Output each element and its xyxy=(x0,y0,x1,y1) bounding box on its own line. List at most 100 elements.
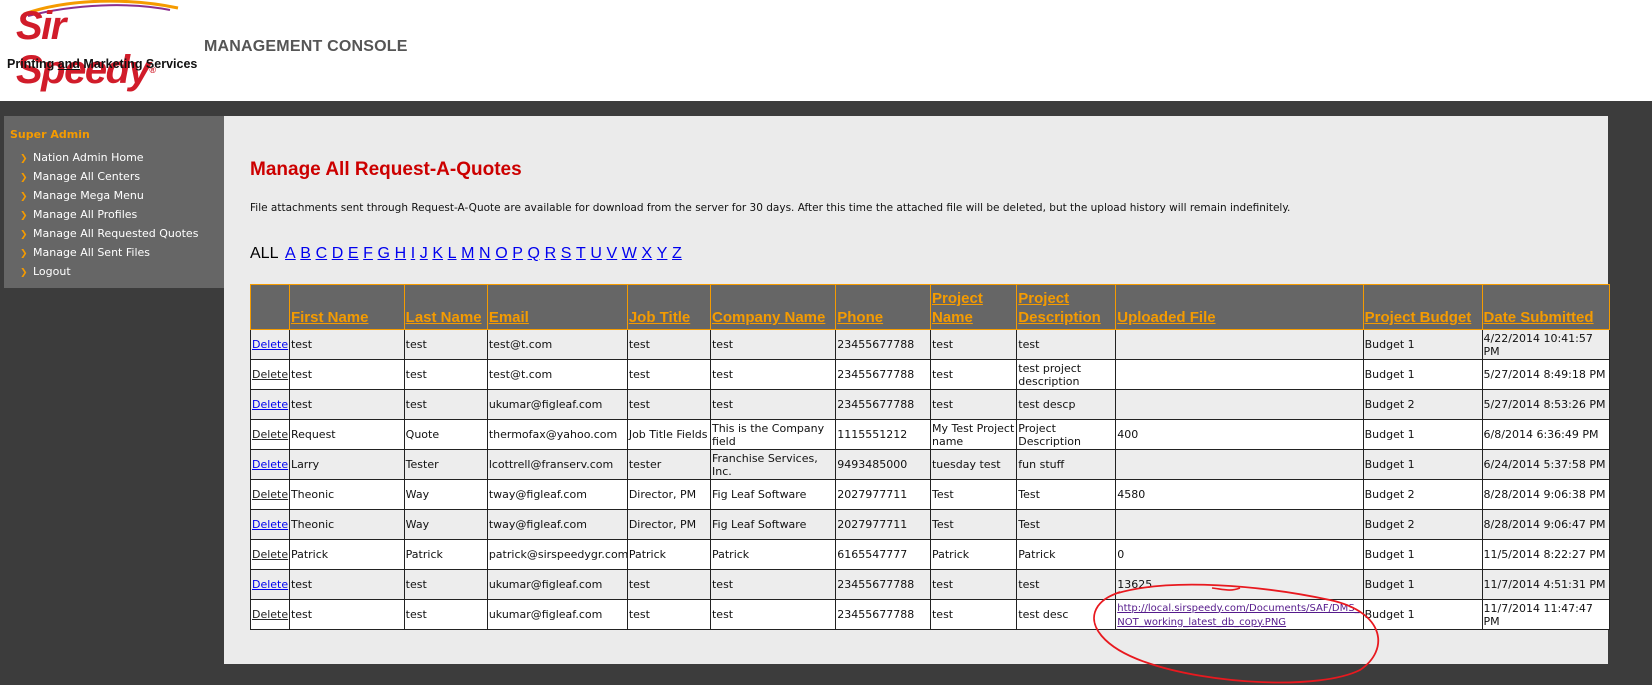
sir-speedy-logo[interactable]: Sir Speedy® Printing and Marketing Servi… xyxy=(4,0,199,92)
console-title: MANAGEMENT CONSOLE xyxy=(204,38,408,55)
column-header-first-name[interactable]: First Name xyxy=(288,284,405,330)
column-header-uploaded-file[interactable]: Uploaded File xyxy=(1115,284,1364,330)
sidebar-item-nation-admin-home[interactable]: ❯ Nation Admin Home xyxy=(20,151,198,170)
sidebar-item-manage-mega-menu[interactable]: ❯ Manage Mega Menu xyxy=(20,189,198,208)
uploaded-file-link[interactable]: http://local.sirspeedy.com/Documents/SAF… xyxy=(1117,603,1359,628)
filter-letter-v[interactable]: V xyxy=(607,245,618,262)
column-header-email[interactable]: Email xyxy=(486,284,628,330)
cell-project-budget: Budget 1 xyxy=(1362,359,1483,390)
attachment-notice: File attachments sent through Request-A-… xyxy=(250,202,1291,214)
cell-company-name: Fig Leaf Software xyxy=(709,479,837,510)
filter-letter-b[interactable]: B xyxy=(300,245,311,262)
cell-company-name: This is the Company field xyxy=(709,419,837,450)
cell-last-name: test xyxy=(403,569,488,600)
filter-letter-p[interactable]: P xyxy=(512,245,523,262)
cell-last-name: Patrick xyxy=(403,539,488,570)
sidebar-item-logout[interactable]: ❯ Logout xyxy=(20,265,198,284)
sidebar-item-manage-all-requested-quotes[interactable]: ❯ Manage All Requested Quotes xyxy=(20,227,198,246)
column-header-date-submitted[interactable]: Date Submitted xyxy=(1481,284,1611,330)
delete-link[interactable]: Delete xyxy=(252,488,288,501)
cell-email: ukumar@figleaf.com xyxy=(486,599,628,630)
table-row: Delete test test ukumar@figleaf.com test test… xyxy=(250,569,1611,600)
sidebar-item-manage-all-centers[interactable]: ❯ Manage All Centers xyxy=(20,170,198,189)
filter-letter-t[interactable]: T xyxy=(576,245,586,262)
filter-letter-u[interactable]: U xyxy=(590,245,602,262)
cell-last-name: test xyxy=(403,599,488,630)
delete-link[interactable]: Delete xyxy=(252,548,288,561)
column-header-phone[interactable]: Phone xyxy=(835,284,931,330)
delete-cell: Delete xyxy=(250,359,290,390)
chevron-right-icon: ❯ xyxy=(20,268,28,278)
sidebar-item-manage-all-sent-files[interactable]: ❯ Manage All Sent Files xyxy=(20,246,198,265)
delete-link[interactable]: Delete xyxy=(252,518,288,531)
filter-letter-n[interactable]: N xyxy=(479,245,491,262)
cell-email: tway@figleaf.com xyxy=(486,479,628,510)
filter-letter-h[interactable]: H xyxy=(395,245,407,262)
column-header-project-budget[interactable]: Project Budget xyxy=(1362,284,1483,330)
delete-cell: Delete xyxy=(250,569,290,600)
filter-letter-w[interactable]: W xyxy=(622,245,637,262)
cell-project-budget: Budget 1 xyxy=(1362,539,1483,570)
filter-letter-r[interactable]: R xyxy=(545,245,557,262)
cell-company-name: test xyxy=(709,569,837,600)
cell-job-title: tester xyxy=(626,449,711,480)
filter-letter-j[interactable]: J xyxy=(420,245,428,262)
column-header-project-description[interactable]: Project Description xyxy=(1016,284,1117,330)
cell-project-description: Project Description xyxy=(1016,419,1117,450)
filter-letter-s[interactable]: S xyxy=(561,245,572,262)
cell-uploaded-file xyxy=(1115,389,1364,420)
filter-letter-m[interactable]: M xyxy=(461,245,474,262)
delete-link[interactable]: Delete xyxy=(252,458,288,471)
cell-job-title: Director, PM xyxy=(626,509,711,540)
filter-letter-k[interactable]: K xyxy=(432,245,443,262)
cell-email: patrick@sirspeedygr.com xyxy=(486,539,628,570)
sidebar-item-manage-all-profiles[interactable]: ❯ Manage All Profiles xyxy=(20,208,198,227)
cell-date-submitted: 8/28/2014 9:06:47 PM xyxy=(1481,509,1611,540)
cell-phone: 1115551212 xyxy=(835,419,931,450)
cell-date-submitted: 4/22/2014 10:41:57 PM xyxy=(1481,329,1611,360)
delete-link[interactable]: Delete xyxy=(252,368,288,381)
column-header-last-name[interactable]: Last Name xyxy=(403,284,488,330)
delete-cell: Delete xyxy=(250,539,290,570)
delete-link[interactable]: Delete xyxy=(252,428,288,441)
filter-letter-q[interactable]: Q xyxy=(528,245,540,262)
filter-letter-x[interactable]: X xyxy=(641,245,652,262)
delete-link[interactable]: Delete xyxy=(252,338,288,351)
filter-letter-y[interactable]: Y xyxy=(657,245,668,262)
cell-uploaded-file xyxy=(1115,359,1364,390)
cell-project-budget: Budget 1 xyxy=(1362,569,1483,600)
filter-letter-a[interactable]: A xyxy=(285,245,296,262)
cell-company-name: test xyxy=(709,329,837,360)
delete-link[interactable]: Delete xyxy=(252,578,288,591)
filter-letter-f[interactable]: F xyxy=(363,245,373,262)
filter-letter-o[interactable]: O xyxy=(495,245,507,262)
filter-letter-g[interactable]: G xyxy=(378,245,390,262)
filter-letter-d[interactable]: D xyxy=(332,245,344,262)
filter-letter-l[interactable]: L xyxy=(448,245,457,262)
cell-phone: 23455677788 xyxy=(835,569,931,600)
delete-link[interactable]: Delete xyxy=(252,608,288,621)
cell-date-submitted: 11/7/2014 11:47:47 PM xyxy=(1481,599,1611,630)
admin-frame: Super Admin ❯ Nation Admin Home ❯ Manage Al… xyxy=(0,101,1652,685)
sidebar-item-label: Logout xyxy=(33,265,71,278)
cell-job-title: test xyxy=(626,329,711,360)
cell-phone: 9493485000 xyxy=(835,449,931,480)
logo-wordmark: Sir Speedy® xyxy=(16,4,156,92)
cell-project-name: tuesday test xyxy=(929,449,1018,480)
filter-all[interactable]: ALL xyxy=(250,245,278,262)
column-header-job-title[interactable]: Job Title xyxy=(626,284,711,330)
cell-project-budget: Budget 1 xyxy=(1362,449,1483,480)
table-row: Delete Theonic Way tway@figleaf.com Director… xyxy=(250,479,1611,510)
filter-letter-c[interactable]: C xyxy=(316,245,328,262)
cell-project-description: Test xyxy=(1016,479,1117,510)
column-header-project-name[interactable]: Project Name xyxy=(929,284,1018,330)
column-header-company-name[interactable]: Company Name xyxy=(709,284,837,330)
filter-letter-z[interactable]: Z xyxy=(672,245,682,262)
filter-letter-i[interactable]: I xyxy=(411,245,415,262)
cell-project-description: fun stuff xyxy=(1016,449,1117,480)
delete-link[interactable]: Delete xyxy=(252,398,288,411)
sidebar-item-label: Manage All Centers xyxy=(33,170,141,183)
cell-project-description: test xyxy=(1016,569,1117,600)
filter-letter-e[interactable]: E xyxy=(348,245,359,262)
cell-first-name: test xyxy=(288,389,405,420)
